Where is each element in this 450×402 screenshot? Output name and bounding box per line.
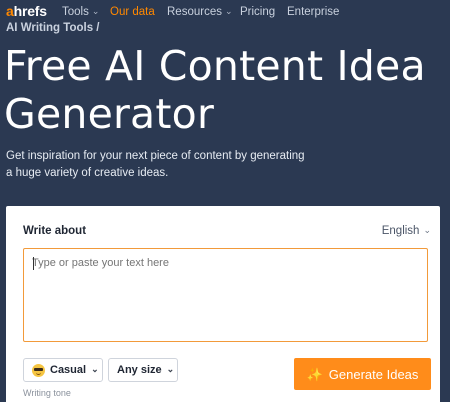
writing-tone-select[interactable]: Casual ⌄ — [23, 358, 103, 382]
chevron-down-icon: ⌄ — [91, 363, 99, 374]
nav-item-resources[interactable]: Resources ⌄ — [167, 5, 233, 19]
chevron-down-icon: ⌄ — [224, 6, 233, 16]
text-cursor — [33, 257, 34, 270]
nav-item-label: Enterprise — [287, 6, 340, 18]
chevron-down-icon: ⌄ — [166, 363, 175, 374]
nav-item-our-data[interactable]: Our data — [110, 5, 155, 19]
generate-ideas-button[interactable]: ✨ Generate Ideas — [294, 358, 431, 390]
chevron-down-icon: ⌄ — [423, 224, 431, 235]
chevron-down-icon: ⌄ — [91, 6, 100, 16]
breadcrumb[interactable]: AI Writing Tools / — [6, 22, 99, 34]
ahrefs-logo[interactable]: ahrefs — [6, 3, 47, 19]
nav-item-enterprise[interactable]: Enterprise — [287, 5, 339, 19]
logo-accent-letter: a — [6, 3, 14, 19]
writing-tone-value: Casual — [50, 364, 87, 376]
write-about-label: Write about — [23, 225, 87, 237]
size-select[interactable]: Any size ⌄ — [108, 358, 178, 382]
nav-item-label: Tools — [62, 6, 89, 18]
sunglasses-emoji-icon — [32, 363, 45, 377]
nav-item-tools[interactable]: Tools ⌄ — [62, 5, 99, 19]
nav-item-label: Resources — [167, 6, 222, 18]
nav-item-label: Pricing — [240, 6, 276, 18]
topic-textarea[interactable] — [23, 248, 428, 342]
language-value: English — [381, 225, 420, 237]
idea-generator-card: Write about English ⌄ Casual ⌄ Any size … — [6, 206, 440, 402]
page: ahrefs Tools ⌄ Our data Resources ⌄ Pric… — [0, 0, 450, 402]
top-nav: ahrefs Tools ⌄ Our data Resources ⌄ Pric… — [0, 0, 450, 24]
nav-item-pricing[interactable]: Pricing — [240, 5, 275, 19]
nav-item-label: Our data — [110, 6, 155, 18]
page-title-line1: Free AI Content Idea — [4, 42, 426, 90]
sparkles-icon: ✨ — [306, 366, 323, 382]
logo-text: hrefs — [13, 3, 47, 19]
page-subtitle: Get inspiration for your next piece of c… — [6, 150, 305, 179]
language-select[interactable]: English ⌄ — [381, 224, 431, 238]
generate-ideas-label: Generate Ideas — [328, 366, 419, 382]
writing-tone-caption: Writing tone — [23, 388, 71, 398]
size-value: Any size — [117, 364, 162, 376]
page-title-line2: Generator — [4, 90, 215, 138]
page-title: Free AI Content Idea Generator — [4, 42, 426, 138]
